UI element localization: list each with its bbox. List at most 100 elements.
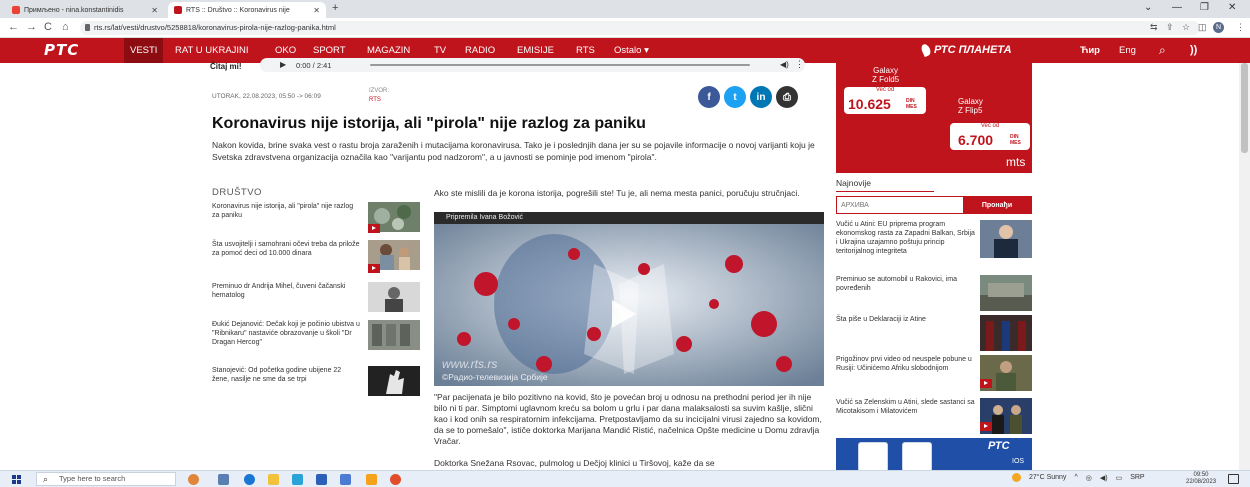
edge-icon[interactable] xyxy=(244,474,255,485)
section-title[interactable]: DRUŠTVO xyxy=(212,187,262,198)
windows-start-icon[interactable] xyxy=(12,475,22,485)
battery-icon[interactable]: ▭ xyxy=(1116,474,1123,482)
rts-planeta-link[interactable]: РТС ПЛАНЕТА xyxy=(919,38,1012,63)
reload-icon[interactable]: C xyxy=(44,21,52,33)
news-thumbnail[interactable] xyxy=(980,315,1032,351)
latest-news-item[interactable]: Vučić sa Zelenskim u Atini, slede sastan… xyxy=(836,398,1036,434)
translate-icon[interactable]: ⇆ xyxy=(1150,22,1158,33)
news-thumbnail[interactable] xyxy=(368,366,420,396)
archive-search-button[interactable]: Пронађи xyxy=(963,197,1031,213)
close-tab-icon[interactable]: ✕ xyxy=(313,6,320,15)
news-title[interactable]: Koronavirus nije istorija, ali "pirola" … xyxy=(212,202,360,220)
forward-icon[interactable]: → xyxy=(26,21,37,33)
lang-english[interactable]: Eng xyxy=(1119,38,1136,63)
windows-taskbar: ⌕ Type here to search 27°C Sunny ^ ◎ ◀) … xyxy=(0,470,1250,487)
divider xyxy=(836,191,934,192)
home-icon[interactable]: ⌂ xyxy=(62,21,69,33)
taskbar-clock[interactable]: 09:50 22/08/2023 xyxy=(1186,472,1216,486)
print-icon[interactable]: ⎙ xyxy=(776,86,798,108)
tab-search-icon[interactable]: ⌄ xyxy=(1144,2,1152,13)
photos-icon[interactable] xyxy=(366,474,377,485)
news-thumbnail[interactable] xyxy=(368,282,420,312)
close-window-button[interactable]: ✕ xyxy=(1228,2,1236,13)
latest-news-item[interactable]: Vučić u Atini: EU priprema program ekono… xyxy=(836,220,1036,270)
search-icon[interactable]: ⌕ xyxy=(1159,38,1166,63)
play-button-icon[interactable] xyxy=(602,294,642,334)
audio-progress-track[interactable] xyxy=(370,64,750,66)
store-icon[interactable] xyxy=(340,474,351,485)
play-icon[interactable]: ▶ xyxy=(280,60,286,69)
share-icon[interactable]: ⇪ xyxy=(1166,22,1174,33)
minimize-button[interactable]: — xyxy=(1172,2,1182,13)
video-badge-icon xyxy=(368,264,380,273)
restore-button[interactable]: ❐ xyxy=(1200,2,1209,13)
news-title[interactable]: Đukić Dejanović: Dečak koji je počinio u… xyxy=(212,320,360,347)
planeta-pin-icon xyxy=(919,42,933,58)
news-title[interactable]: Preminuo dr Andrija Mihel, čuveni čačans… xyxy=(212,282,360,300)
mts-advertisement[interactable]: Galaxy Z Fold5 Već od 10.625 DIN MES Gal… xyxy=(836,63,1032,173)
notifications-icon[interactable] xyxy=(1228,474,1239,484)
news-title[interactable]: Šta usvojitelji i samohrani očevi treba … xyxy=(212,240,360,258)
chrome-icon[interactable] xyxy=(390,474,401,485)
latest-news-item[interactable]: Šta piše u Deklaraciji iz Atine xyxy=(836,315,1036,351)
scrollbar[interactable] xyxy=(1239,63,1250,470)
section-news-item[interactable]: Stanojević: Od početka godine ubijene 22… xyxy=(212,366,422,408)
news-title[interactable]: Stanojević: Od početka godine ubijene 22… xyxy=(212,366,360,384)
news-thumbnail[interactable] xyxy=(980,220,1032,258)
rts-logo[interactable]: РТС xyxy=(44,41,79,59)
video-watermark-copyright: ©Радио-телевизија Србије xyxy=(442,372,548,382)
news-thumbnail[interactable] xyxy=(980,275,1032,311)
volume-icon[interactable]: ◀) xyxy=(1100,474,1108,482)
news-title[interactable]: Vučić u Atini: EU priprema program ekono… xyxy=(836,220,976,256)
video-player[interactable]: Pripremila Ivana Božović www.rts.rs ©Рад… xyxy=(434,212,824,386)
sidepanel-icon[interactable]: ◫ xyxy=(1198,22,1207,33)
audio-more-icon[interactable]: ⋮ xyxy=(795,59,804,70)
task-view-icon[interactable] xyxy=(218,474,229,485)
linkedin-share-icon[interactable]: in xyxy=(750,86,772,108)
back-icon[interactable]: ← xyxy=(8,21,19,33)
twitter-share-icon[interactable]: t xyxy=(724,86,746,108)
weather-text[interactable]: 27°C Sunny xyxy=(1029,474,1066,481)
browser-tab-rts[interactable]: RTS :: Društvo :: Koronavirus nije ✕ xyxy=(168,2,326,18)
source-link[interactable]: RTS xyxy=(369,96,389,105)
url-field[interactable]: rts.rs/lat/vesti/drustvo/5258818/koronav… xyxy=(80,21,1200,35)
latest-news-heading[interactable]: Najnovije xyxy=(836,178,871,188)
rts-app-promo[interactable]: РТС IOS xyxy=(836,438,1032,470)
file-explorer-icon[interactable] xyxy=(268,474,279,485)
new-tab-button[interactable]: + xyxy=(332,2,338,14)
video-thumbnail[interactable]: www.rts.rs ©Радио-телевизија Србије xyxy=(434,224,824,386)
nav-vesti[interactable]: VESTI xyxy=(124,38,164,63)
bookmark-star-icon[interactable]: ☆ xyxy=(1182,22,1190,33)
phone-screenshot xyxy=(858,442,888,470)
word-icon[interactable] xyxy=(316,474,327,485)
news-title[interactable]: Šta piše u Deklaraciji iz Atine xyxy=(836,315,976,324)
section-news-item[interactable]: Preminuo dr Andrija Mihel, čuveni čačans… xyxy=(212,282,422,324)
archive-search-input[interactable] xyxy=(837,197,963,213)
news-title[interactable]: Vučić sa Zelenskim u Atini, slede sastan… xyxy=(836,398,976,416)
profile-avatar[interactable]: N xyxy=(1213,22,1224,33)
audio-player[interactable]: ▶ 0:00 / 2:41 ◀) ⋮ xyxy=(260,58,805,72)
latest-news-item[interactable]: Preminuo se automobil u Rakovici, ima po… xyxy=(836,275,1036,311)
section-news-item[interactable]: Šta usvojitelji i samohrani očevi treba … xyxy=(212,240,422,282)
keyboard-language[interactable]: SRP xyxy=(1130,474,1144,481)
network-icon[interactable]: ◎ xyxy=(1086,474,1092,482)
volume-icon[interactable]: ◀) xyxy=(780,60,789,69)
lang-cyrillic[interactable]: Ћир xyxy=(1080,38,1100,63)
latest-news-item[interactable]: Prigožinov prvi video od neuspele pobune… xyxy=(836,355,1036,395)
rss-icon[interactable]: )) xyxy=(1190,38,1197,63)
widgets-icon[interactable] xyxy=(188,474,199,485)
news-title[interactable]: Preminuo se automobil u Rakovici, ima po… xyxy=(836,275,976,293)
section-news-item[interactable]: Koronavirus nije istorija, ali "pirola" … xyxy=(212,202,422,244)
menu-dots-icon[interactable]: ⋮ xyxy=(1236,22,1245,33)
browser-tab-gmail[interactable]: Примљено - nina.konstantinidis ✕ xyxy=(6,2,164,18)
mail-icon[interactable] xyxy=(292,474,303,485)
news-thumbnail[interactable] xyxy=(368,320,420,350)
taskbar-search[interactable]: ⌕ Type here to search xyxy=(36,472,176,486)
news-title[interactable]: Prigožinov prvi video od neuspele pobune… xyxy=(836,355,976,373)
clock-date: 22/08/2023 xyxy=(1186,479,1217,485)
section-news-item[interactable]: Đukić Dejanović: Dečak koji je počinio u… xyxy=(212,320,422,362)
scrollbar-thumb[interactable] xyxy=(1241,63,1248,153)
facebook-share-icon[interactable]: f xyxy=(698,86,720,108)
close-tab-icon[interactable]: ✕ xyxy=(151,6,158,15)
tray-chevron-icon[interactable]: ^ xyxy=(1074,474,1077,481)
